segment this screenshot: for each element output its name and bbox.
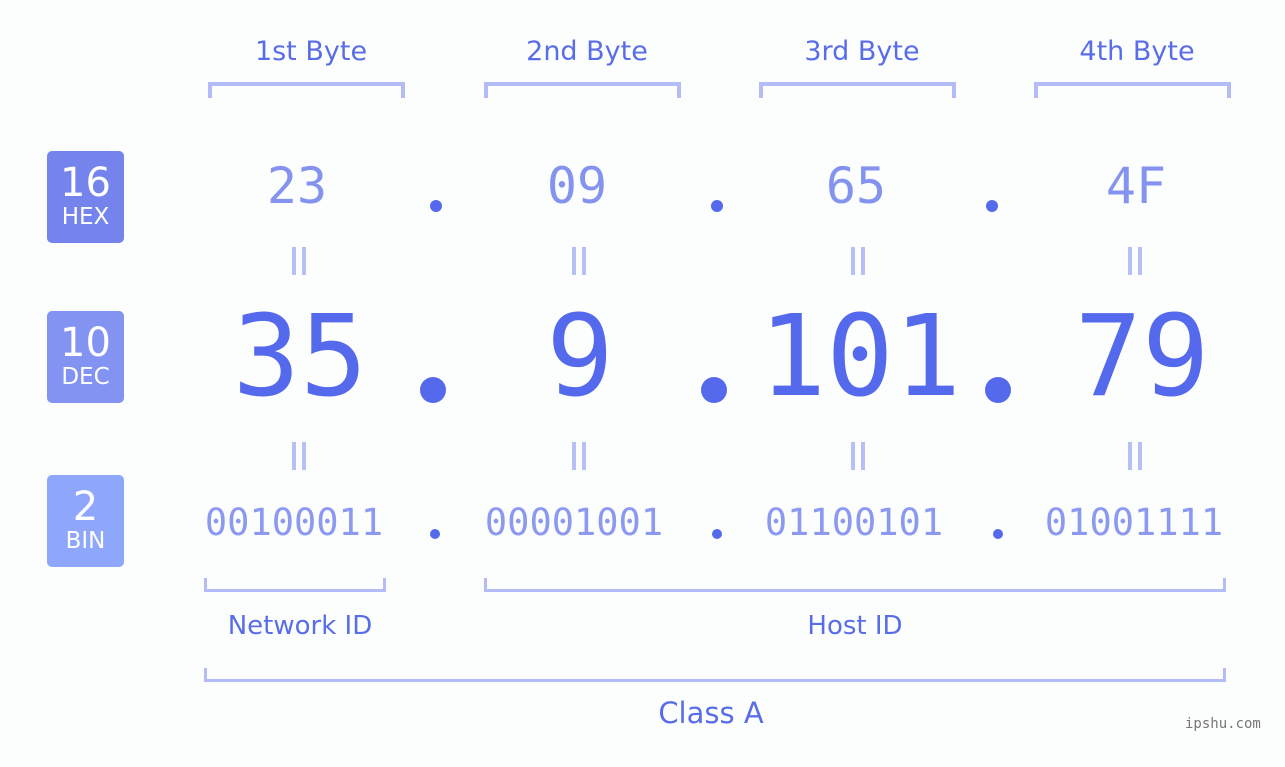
dec-badge-base: 10 — [60, 320, 111, 366]
hex-badge: 16 HEX — [47, 151, 124, 243]
dec-badge-label: DEC — [61, 364, 110, 390]
equals-icon — [1128, 442, 1142, 470]
bin-byte-4: 01001111 — [1044, 501, 1224, 544]
bin-byte-2: 00001001 — [484, 501, 664, 544]
hex-badge-base: 16 — [60, 160, 111, 206]
bin-separator-dot — [712, 529, 722, 539]
equals-icon — [851, 247, 865, 275]
network-id-bracket — [204, 578, 386, 592]
hex-separator-dot — [711, 200, 723, 212]
byte-title-3: 3rd Byte — [804, 36, 920, 67]
byte-bracket-3 — [759, 82, 956, 98]
hex-badge-label: HEX — [61, 204, 110, 230]
dec-separator-dot — [701, 377, 727, 403]
host-id-bracket — [484, 578, 1226, 592]
equals-icon — [572, 442, 586, 470]
dec-byte-4: 79 — [1074, 292, 1210, 422]
equals-icon — [1128, 247, 1142, 275]
equals-icon — [292, 247, 306, 275]
byte-bracket-4 — [1034, 82, 1231, 98]
bin-badge-label: BIN — [65, 528, 106, 554]
dec-byte-1: 35 — [232, 292, 368, 422]
class-label: Class A — [658, 696, 764, 730]
hex-separator-dot — [986, 200, 998, 212]
dec-byte-2: 9 — [546, 292, 614, 422]
hex-byte-1: 23 — [266, 157, 328, 215]
byte-title-2: 2nd Byte — [526, 36, 648, 67]
dec-byte-3: 101 — [758, 292, 962, 422]
dec-separator-dot — [420, 377, 446, 403]
network-id-label: Network ID — [227, 611, 373, 641]
hex-byte-4: 4F — [1105, 157, 1167, 215]
byte-title-4: 4th Byte — [1079, 36, 1195, 67]
bin-byte-1: 00100011 — [204, 501, 384, 544]
bin-badge: 2 BIN — [47, 475, 124, 567]
byte-bracket-2 — [484, 82, 681, 98]
hex-byte-2: 09 — [546, 157, 608, 215]
bin-separator-dot — [993, 529, 1003, 539]
byte-bracket-1 — [208, 82, 405, 98]
bin-separator-dot — [430, 529, 440, 539]
hex-byte-3: 65 — [825, 157, 887, 215]
bin-badge-base: 2 — [72, 484, 99, 530]
equals-icon — [292, 442, 306, 470]
equals-icon — [851, 442, 865, 470]
equals-icon — [572, 247, 586, 275]
class-bracket — [204, 668, 1226, 682]
byte-title-1: 1st Byte — [254, 36, 368, 67]
host-id-label: Host ID — [807, 611, 903, 641]
dec-badge: 10 DEC — [47, 311, 124, 403]
bin-byte-3: 01100101 — [764, 501, 944, 544]
hex-separator-dot — [430, 200, 442, 212]
watermark: ipshu.com — [1185, 716, 1261, 732]
dec-separator-dot — [985, 377, 1011, 403]
